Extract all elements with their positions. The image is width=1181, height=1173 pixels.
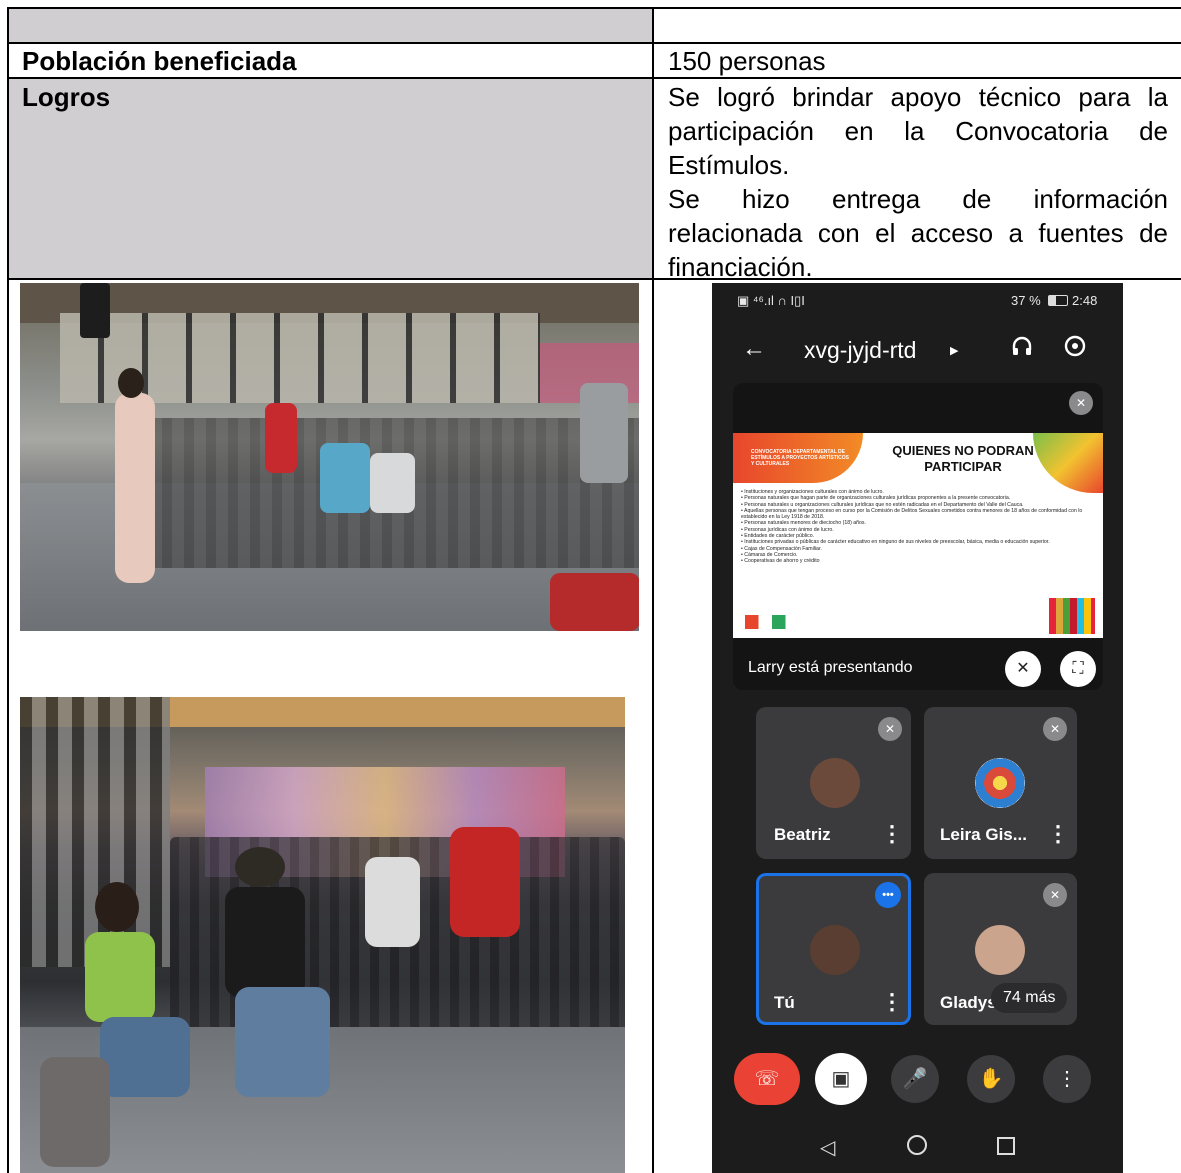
slide-list: Instituciones y organizaciones culturale… — [741, 489, 1101, 565]
raise-hand-button[interactable]: ✋ — [967, 1055, 1015, 1103]
mic-off-icon: ✕ — [1043, 717, 1067, 741]
end-call-button[interactable]: ☏ — [734, 1053, 800, 1105]
camera-off-button[interactable]: ▣ — [815, 1053, 867, 1105]
headphones-icon[interactable] — [1009, 333, 1035, 359]
meet-screenshot: ▣ ⁴⁶.ıl ∩ I▯I 37 % 2:48 ← xvg-jyjd-rtd ▶… — [712, 283, 1123, 1173]
avatar — [810, 758, 860, 808]
avatar — [975, 758, 1025, 808]
battery-icon — [1048, 295, 1068, 306]
event-photo-1 — [20, 283, 639, 631]
meeting-code[interactable]: xvg-jyjd-rtd — [804, 337, 916, 364]
table-border — [7, 42, 1181, 44]
switch-camera-icon[interactable] — [1062, 333, 1088, 359]
slide-title: QUIENES NO PODRAN PARTICIPAR — [892, 443, 1034, 474]
speaking-indicator-icon: ••• — [875, 882, 901, 908]
more-options-icon[interactable]: ⋮ — [1047, 823, 1069, 845]
participant-name: Gladys — [940, 993, 997, 1012]
mic-off-icon: ✕ — [1069, 391, 1093, 415]
more-options-icon[interactable]: ⋮ — [881, 991, 903, 1013]
battery-level: 37 % — [1011, 293, 1041, 308]
microphone-button[interactable]: 🎤 — [891, 1055, 939, 1103]
more-options-button[interactable]: ⋮ — [1043, 1055, 1091, 1103]
presenting-label: Larry está presentando — [748, 659, 913, 676]
mic-off-icon: ✕ — [1043, 883, 1067, 907]
slide-header: CONVOCATORIA DEPARTAMENTAL DE ESTÍMULOS … — [751, 449, 849, 467]
status-bar-icons: ▣ ⁴⁶.ıl ∩ I▯I — [737, 293, 805, 308]
table-border — [7, 7, 9, 1173]
participant-name: Tú — [774, 993, 795, 1012]
slide-ods-logo — [1049, 598, 1095, 634]
poblacion-value: 150 personas — [668, 46, 826, 76]
table-header-left-cell — [7, 7, 652, 42]
event-photo-2 — [20, 697, 625, 1173]
table-border — [652, 7, 654, 1173]
logros-paragraph-1: Se logró brindar apoyo técnico para la p… — [668, 82, 1168, 180]
caret-right-icon: ▶ — [950, 345, 959, 357]
logros-paragraph-2: Se hizo entrega de información relaciona… — [668, 184, 1168, 282]
logros-label: Logros — [22, 82, 111, 112]
poblacion-label: Población beneficiada — [22, 46, 297, 76]
avatar — [975, 925, 1025, 975]
mic-off-icon: ✕ — [878, 717, 902, 741]
nav-home-icon[interactable] — [907, 1135, 927, 1155]
fullscreen-icon[interactable]: ⛶ — [1060, 651, 1096, 687]
slide-list-item: Aquellas personas que tengan proceso en … — [741, 508, 1101, 521]
slide-list-item: Cooperativas de ahorro y crédito — [741, 558, 1101, 564]
slide-list-item: Instituciones privadas o públicas de car… — [741, 539, 1101, 545]
nav-back-icon[interactable]: ◁ — [820, 1135, 835, 1160]
more-participants-badge[interactable]: 74 más — [991, 983, 1068, 1013]
unpin-icon[interactable]: ✕ — [1005, 651, 1041, 687]
participant-name: Beatriz — [774, 825, 831, 844]
back-arrow-icon[interactable]: ← — [742, 335, 766, 363]
clock-time: 2:48 — [1072, 293, 1098, 308]
more-options-icon[interactable]: ⋮ — [881, 823, 903, 845]
shared-slide: CONVOCATORIA DEPARTAMENTAL DE ESTÍMULOS … — [733, 433, 1103, 638]
slide-logos — [745, 615, 835, 629]
participant-name: Leira Gis... — [940, 825, 1027, 844]
table-border — [7, 7, 1181, 9]
table-border — [7, 77, 1181, 79]
nav-recents-icon[interactable] — [997, 1137, 1015, 1155]
avatar — [810, 925, 860, 975]
